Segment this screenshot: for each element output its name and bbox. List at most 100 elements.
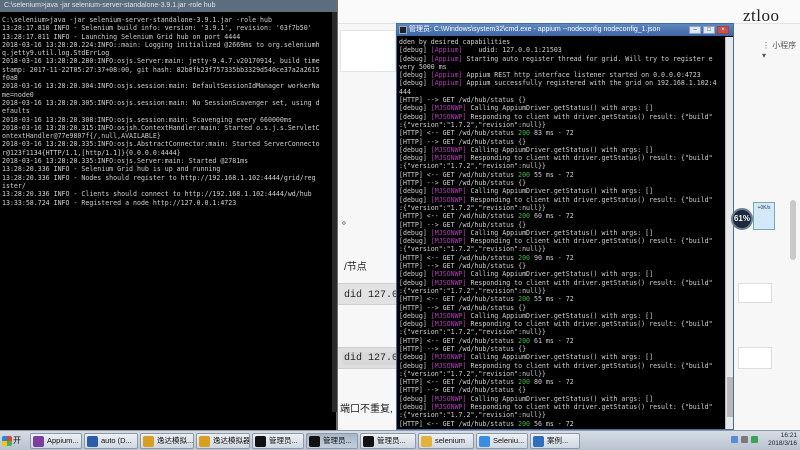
console-line: [HTTP] <-- GET /wd/hub/status 200 55 ms … — [399, 171, 723, 179]
console-line: 2018-03-16 13:28:20.224:INFO::main: Logg… — [2, 40, 320, 49]
console-segment: [debug] — [399, 145, 431, 154]
page-scrollbar[interactable] — [790, 200, 796, 260]
console-line: 13:28:20.336 INFO - Clients should conne… — [2, 190, 312, 199]
page-card — [340, 30, 396, 72]
app-icon — [199, 436, 210, 447]
taskbar-item[interactable]: Seleniu... — [476, 433, 528, 449]
taskbar-item[interactable]: 案例... — [530, 433, 580, 449]
maximize-button[interactable]: □ — [703, 26, 715, 34]
console-segment: [Appium] — [430, 46, 463, 55]
console-line: [debug] [Appium] Starting auto register … — [399, 55, 723, 63]
taskbar-item[interactable]: selenium — [418, 433, 474, 449]
system-tray: 16:21 2018/3/16 — [727, 432, 800, 450]
cmd-icon — [399, 26, 407, 34]
appium-console-window[interactable]: 管理员: C:\Windows\system32\cmd.exe - appiu… — [396, 23, 734, 430]
close-button[interactable]: × — [717, 26, 729, 34]
security-icon[interactable] — [751, 436, 758, 443]
console-segment: [MJSONWP] — [430, 145, 467, 154]
console-segment: 200 — [518, 129, 531, 138]
console-segment: [debug] — [399, 270, 431, 279]
console-segment: [HTTP] --> GET /wd/hub/status {} — [399, 386, 527, 395]
console-segment: [MJSONWP] — [430, 270, 467, 279]
console-line: [debug] [MJSONWP] Responding to client w… — [399, 154, 723, 162]
console-segment: 60 ms - 72 — [530, 212, 574, 221]
console-segment: [debug] — [399, 278, 431, 287]
scrollbar-thumb[interactable] — [727, 377, 733, 417]
taskbar-item-label: selenium — [435, 436, 466, 445]
console-segment: 83 ms - 72 — [530, 129, 574, 138]
network-icon[interactable] — [731, 436, 738, 443]
taskbar-item[interactable]: 管理员... — [360, 433, 416, 449]
app-icon — [143, 436, 154, 447]
console-segment: 90 ms - 72 — [530, 253, 574, 262]
cpu-usage-indicator[interactable]: 61% — [731, 208, 753, 230]
console-line: :{"version":"1.7.2","revision":null}} — [399, 287, 723, 295]
console-segment: [debug] — [399, 237, 431, 246]
console-segment: very 5000 ms — [399, 62, 447, 71]
console-line: [debug] [MJSONWP] Calling AppiumDriver.g… — [399, 229, 723, 237]
console-segment: [MJSONWP] — [430, 104, 467, 113]
console-segment: [debug] — [399, 403, 431, 412]
taskbar-item[interactable]: Appium... — [30, 433, 82, 449]
console-segment: [MJSONWP] — [430, 278, 467, 287]
taskbar-item[interactable]: 逸达模拟器 — [196, 433, 250, 449]
console-line: r@123f1134{HTTP/1.1,[http/1.1]}{0.0.0.0:… — [2, 148, 181, 157]
console-segment: [MJSONWP] — [430, 195, 467, 204]
console-line: C:\selenium>java -jar selenium-server-st… — [2, 16, 272, 24]
taskbar-item[interactable]: 管理员... — [306, 433, 358, 449]
console-line: 13:33:58.724 INFO - Registered a node ht… — [2, 198, 237, 207]
console-segment: [HTTP] --> GET /wd/hub/status {} — [399, 303, 527, 312]
app-icon — [363, 436, 374, 447]
app-icon — [87, 436, 98, 447]
console-line: [debug] [MJSONWP] Calling AppiumDriver.g… — [399, 146, 723, 154]
console-line: q.jetty9.util.log.StdErrLog — [2, 49, 110, 58]
console-segment: 200 — [518, 295, 531, 304]
console-line: 13:28:17.810 INFO - Selenium build info:… — [2, 24, 312, 33]
console-segment: :{"version":"1.7.2","revision":null}} — [399, 369, 546, 378]
console-line: [HTTP] --> GET /wd/hub/status {} — [399, 304, 723, 312]
console-segment: [debug] — [399, 112, 431, 121]
volume-icon[interactable] — [741, 436, 748, 443]
network-speed-widget[interactable]: 61% +0K/s — [731, 198, 777, 238]
console-segment: Calling AppiumDriver.getStatus() with ar… — [466, 228, 654, 237]
minimize-button[interactable]: – — [689, 26, 701, 34]
network-speed-card[interactable]: +0K/s — [753, 202, 775, 230]
mini-program-menu[interactable]: ⋮ 小程序 ▾ — [762, 40, 800, 60]
console-line: :{"version":"1.7.2","revision":null}} — [399, 328, 723, 336]
windows-logo-icon — [2, 436, 12, 446]
console-segment: 200 — [518, 212, 531, 221]
start-button[interactable]: 开始 — [0, 432, 26, 450]
console-segment: [debug] — [399, 104, 431, 113]
console-line: [HTTP] --> GET /wd/hub/status {} — [399, 262, 723, 270]
hub-console-output: C:\selenium>java -jar selenium-server-st… — [2, 16, 334, 416]
console-line: [HTTP] <-- GET /wd/hub/status 200 56 ms … — [399, 420, 723, 428]
taskbar-item-label: 案例... — [547, 436, 569, 445]
console-line: 2018-03-16 13:28:20.305:INFO:osjs.sessio… — [2, 98, 320, 107]
taskbar: 开始 Appium... auto (D... 逸达模拟... 逸达模拟器 管理员...… — [0, 430, 800, 450]
console-segment: 444 — [399, 87, 411, 96]
taskbar-item[interactable]: auto (D... — [84, 433, 138, 449]
app-icon — [479, 436, 490, 447]
taskbar-item[interactable]: 逸达模拟... — [140, 433, 194, 449]
selenium-hub-console[interactable]: C:\selenium>java -jar selenium-server-st… — [0, 0, 338, 430]
console-segment: [HTTP] --> GET /wd/hub/status {} — [399, 137, 527, 146]
console-segment: [HTTP] --> GET /wd/hub/status {} — [399, 220, 527, 229]
console-line: 444 — [399, 88, 723, 96]
appium-console-titlebar[interactable]: 管理员: C:\Windows\system32\cmd.exe - appiu… — [397, 24, 733, 36]
taskbar-item[interactable]: 管理员... — [252, 433, 304, 449]
console-segment: Responding to client with driver.getStat… — [466, 154, 713, 163]
taskbar-item-label: Appium... — [47, 436, 79, 445]
console-line: [HTTP] <-- GET /wd/hub/status 200 55 ms … — [399, 295, 723, 303]
console-segment: [Appium] — [430, 54, 463, 63]
console-line: [HTTP] <-- GET /wd/hub/status 200 83 ms … — [399, 129, 723, 137]
hub-console-titlebar[interactable]: C:\selenium>java -jar selenium-server-st… — [0, 0, 336, 12]
console-segment: Calling AppiumDriver.getStatus() with ar… — [466, 353, 654, 362]
console-segment: udid: 127.0.0.1:21503 — [462, 46, 562, 55]
console-segment: [HTTP] --> GET /wd/hub/status {} — [399, 179, 527, 188]
console-line: [HTTP] <-- GET /wd/hub/status 200 80 ms … — [399, 378, 723, 386]
console-segment: [MJSONWP] — [430, 353, 467, 362]
console-segment: Responding to client with driver.getStat… — [466, 403, 713, 412]
article-fragment-udid-2: did 127.0 — [342, 352, 401, 365]
console-line: :{"version":"1.7.2","revision":null}} — [399, 370, 723, 378]
hub-console-scrollbar[interactable] — [332, 12, 337, 412]
